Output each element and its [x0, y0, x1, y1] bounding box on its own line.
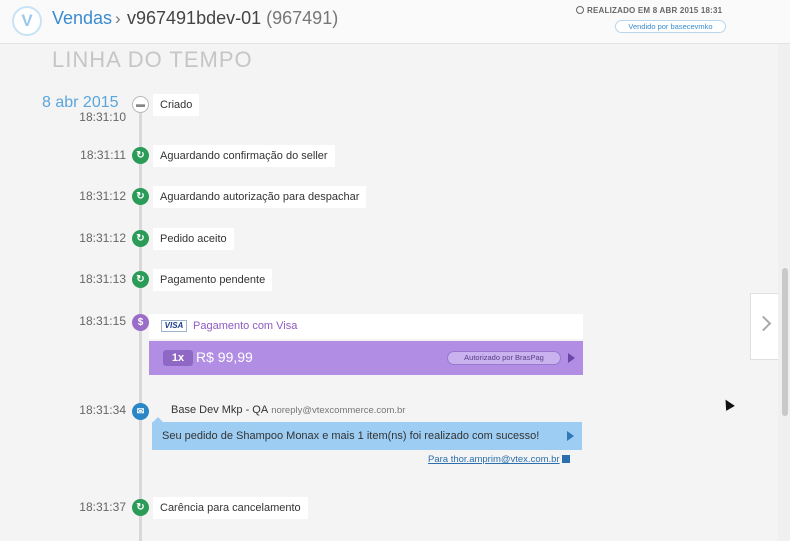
event-label: Carência para cancelamento	[153, 497, 308, 519]
event-label: Criado	[153, 94, 200, 116]
payment-detail-bar[interactable]: 1x R$ 99,99 Autorizado por BrasPag	[149, 341, 583, 375]
event-time: 18:31:12	[79, 231, 126, 245]
refresh-icon: ↻	[132, 147, 149, 164]
event-time: 18:31:11	[80, 148, 126, 162]
mail-icon: ✉	[132, 403, 149, 420]
scrollbar-thumb[interactable]	[782, 268, 788, 416]
event-time: 18:31:37	[79, 500, 126, 514]
realized-timestamp: REALIZADO EM 8 ABR 2015 18:31	[576, 6, 722, 15]
authorization-badge: Autorizado por BrasPag	[447, 351, 561, 365]
expand-arrow-icon[interactable]	[568, 353, 575, 363]
event-time: 18:31:12	[79, 189, 126, 203]
email-time: 18:31:34	[79, 403, 126, 417]
event-time: 18:31:13	[79, 272, 126, 286]
payment-amount: R$ 99,99	[196, 349, 253, 365]
logo-letter: V	[21, 11, 33, 30]
event-time: 18:31:10	[79, 110, 126, 124]
event-label: Aguardando autorização para despachar	[153, 186, 367, 208]
cart-icon: ▬	[132, 96, 149, 113]
sender-name: Base Dev Mkp - QA	[171, 404, 269, 416]
external-link-icon	[561, 455, 570, 463]
event-label: Aguardando confirmação do seller	[153, 145, 335, 167]
email-message-text: Seu pedido de Shampoo Monax e mais 1 ite…	[162, 430, 540, 442]
breadcrumb-separator: ›	[115, 9, 121, 28]
breadcrumb-vendas-link[interactable]: Vendas	[52, 8, 112, 29]
order-id: v967491bdev-01	[127, 8, 262, 28]
realized-text: REALIZADO EM 8 ABR 2015 18:31	[587, 6, 723, 15]
mouse-cursor-icon	[721, 397, 735, 411]
event-label: Pedido aceito	[153, 228, 234, 250]
payment-header: VISA Pagamento com Visa	[149, 314, 583, 339]
refresh-icon: ↻	[132, 271, 149, 288]
payment-time: 18:31:15	[79, 314, 126, 328]
breadcrumb-order: v967491bdev-01 (967491)	[127, 8, 338, 29]
visa-icon: VISA	[161, 320, 187, 332]
refresh-icon: ↻	[132, 188, 149, 205]
vtex-logo[interactable]: V	[12, 6, 42, 36]
email-message[interactable]: Seu pedido de Shampoo Monax e mais 1 ite…	[152, 422, 582, 450]
seller-badge[interactable]: Vendido por basecevmko	[615, 20, 726, 33]
order-number: (967491)	[266, 8, 339, 28]
payment-quantity: 1x	[163, 350, 193, 366]
refresh-icon: ↻	[132, 499, 149, 516]
section-title: LINHA DO TEMPO	[52, 47, 253, 72]
expand-arrow-icon[interactable]	[567, 431, 574, 441]
dollar-icon: $	[132, 314, 149, 331]
payment-title: Pagamento com Visa	[193, 320, 298, 332]
side-panel-toggle[interactable]	[750, 293, 778, 360]
chevron-right-icon[interactable]	[755, 315, 772, 332]
top-header: V Vendas › v967491bdev-01 (967491) REALI…	[0, 0, 790, 44]
recipient-text: Para thor.amprim@vtex.com.br	[428, 454, 560, 465]
refresh-icon: ↻	[132, 230, 149, 247]
event-label: Pagamento pendente	[153, 269, 273, 291]
recipient-link[interactable]: Para thor.amprim@vtex.com.br	[428, 454, 570, 465]
sender-address: noreply@vtexcommerce.com.br	[271, 405, 406, 416]
email-sender: Base Dev Mkp - QA noreply@vtexcommerce.co…	[171, 404, 405, 416]
clock-icon	[576, 6, 584, 14]
